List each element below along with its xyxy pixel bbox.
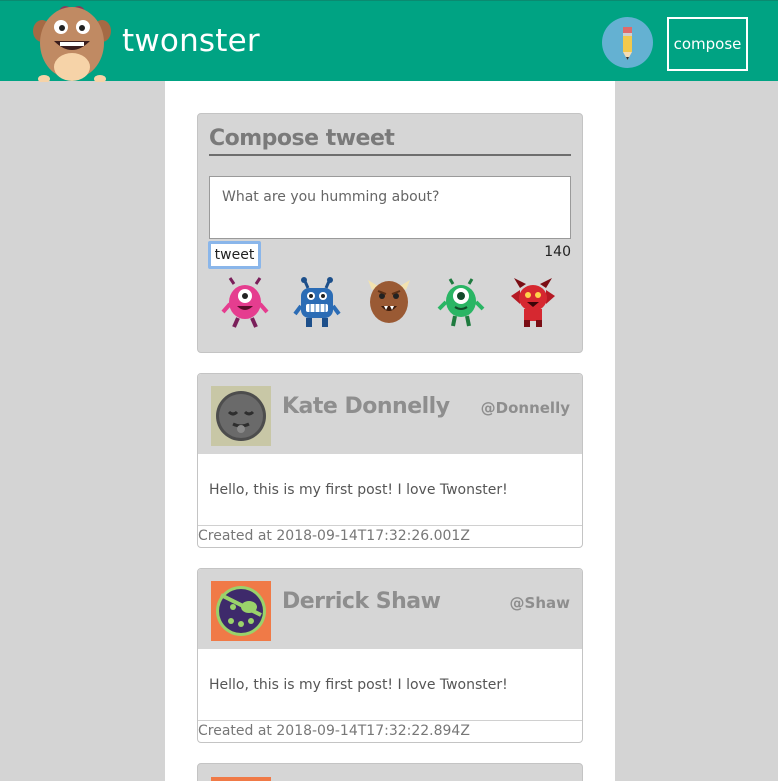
red-monster-icon[interactable] [508,276,558,328]
pirate-face-icon [211,581,271,641]
tweet-text: Hello, this is my first post! I love Two… [209,482,508,498]
app-title: twonster [122,23,260,59]
tweet-card [197,763,583,781]
tweet-text: Hello, this is my first post! I love Two… [209,677,508,693]
compose-heading: Compose tweet [209,126,571,156]
avatar [211,777,271,781]
blue-monster-icon[interactable] [292,276,342,328]
author-handle[interactable]: @Donnelly [481,399,570,417]
compose-panel: Compose tweet What are you humming about… [197,113,583,353]
tweet-header: Kate Donnelly @Donnelly [198,374,582,454]
top-bar: twonster compose [0,0,778,82]
tweet-timestamp: Created at 2018-09-14T17:32:26.001Z [198,525,582,544]
pink-monster-icon[interactable] [220,276,270,328]
tweet-card: Kate Donnelly @Donnelly Hello, this is m… [197,373,583,548]
twonster-logo-icon[interactable] [30,5,114,82]
tweet-card: Derrick Shaw @Shaw Hello, this is my fir… [197,568,583,743]
sleepy-face-icon [211,386,271,446]
compose-button[interactable]: compose [667,17,748,71]
author-name[interactable]: Kate Donnelly [282,394,450,419]
brown-monster-icon[interactable] [364,276,414,328]
tweet-header: Derrick Shaw @Shaw [198,569,582,649]
author-name[interactable]: Derrick Shaw [282,589,441,614]
pencil-icon [623,27,632,60]
character-counter: 140 [544,244,571,260]
green-monster-icon[interactable] [436,276,486,328]
pencil-button[interactable] [602,17,653,68]
tweet-input[interactable]: What are you humming about? [209,176,571,239]
tweet-button[interactable]: tweet [208,241,261,269]
author-handle[interactable]: @Shaw [510,594,570,612]
tweet-timestamp: Created at 2018-09-14T17:32:22.894Z [198,720,582,739]
